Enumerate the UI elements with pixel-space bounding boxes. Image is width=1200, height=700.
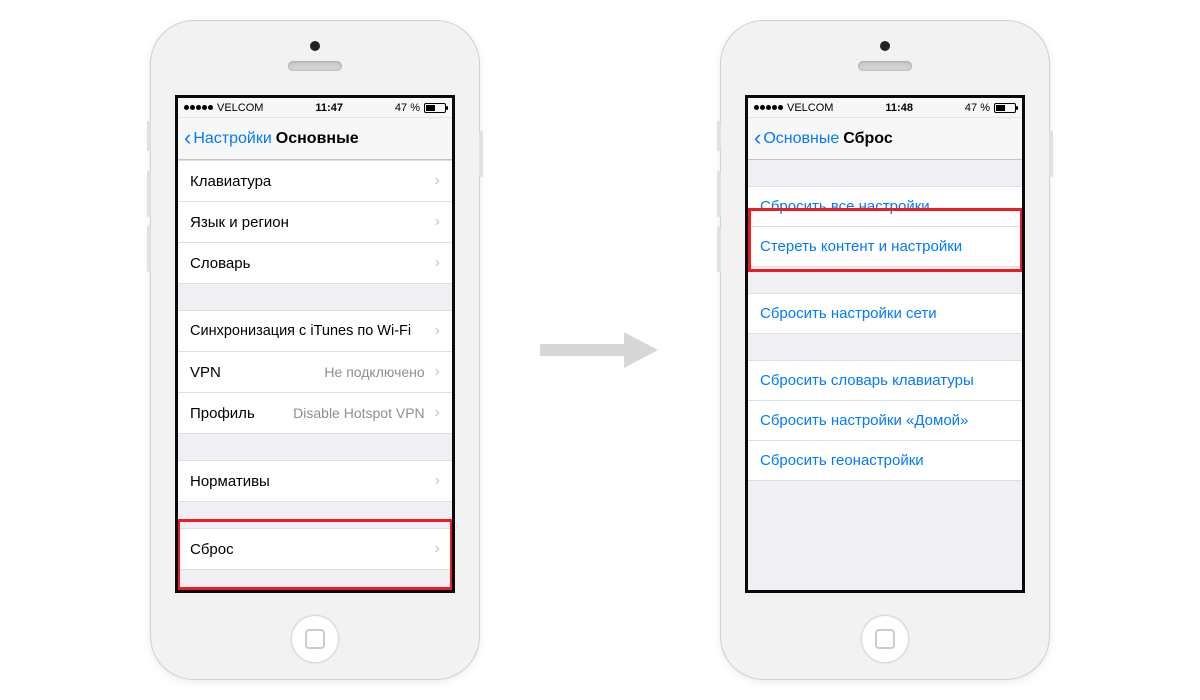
mute-switch	[717, 121, 721, 151]
row-reset-home-layout[interactable]: Сбросить настройки «Домой»	[748, 400, 1022, 440]
status-bar: VELCOM 11:48 47 %	[748, 98, 1022, 118]
row-keyboard[interactable]: Клавиатура ›	[178, 160, 452, 201]
chevron-right-icon: ›	[431, 254, 440, 272]
row-detail: Disable Hotspot VPN	[255, 405, 431, 421]
home-button[interactable]	[291, 615, 339, 663]
row-language-region[interactable]: Язык и регион ›	[178, 201, 452, 242]
power-button	[479, 131, 483, 177]
row-reset-all-settings[interactable]: Сбросить все настройки	[748, 186, 1022, 226]
page-title: Сброс	[843, 130, 892, 148]
row-erase-content-settings[interactable]: Стереть контент и настройки	[748, 226, 1022, 267]
row-label: Сбросить геонастройки	[760, 452, 924, 469]
settings-group: Синхронизация c iTunes по Wi-Fi › VPN Не…	[178, 310, 452, 434]
row-label: Язык и регион	[190, 214, 289, 231]
settings-group: Сбросить словарь клавиатуры Сбросить нас…	[748, 360, 1022, 481]
battery-percent: 47 %	[965, 102, 990, 114]
back-label: Основные	[763, 130, 839, 148]
home-button[interactable]	[861, 615, 909, 663]
row-regulatory[interactable]: Нормативы ›	[178, 460, 452, 502]
phone-frame-right: VELCOM 11:48 47 % ‹ Основные Сброс Сброс…	[720, 20, 1050, 680]
back-button[interactable]: ‹ Настройки	[184, 129, 272, 149]
volume-down	[147, 226, 151, 272]
row-label: Клавиатура	[190, 173, 271, 190]
signal-icon	[184, 105, 213, 110]
chevron-right-icon: ›	[431, 540, 440, 558]
row-label: VPN	[190, 364, 221, 381]
status-bar: VELCOM 11:47 47 %	[178, 98, 452, 118]
row-label: Сброс	[190, 541, 234, 558]
row-label: Сбросить настройки сети	[760, 305, 937, 322]
screen-left: VELCOM 11:47 47 % ‹ Настройки Основные К…	[175, 95, 455, 593]
volume-up	[717, 171, 721, 217]
battery-icon	[424, 103, 446, 113]
screen-right: VELCOM 11:48 47 % ‹ Основные Сброс Сброс…	[745, 95, 1025, 593]
chevron-right-icon: ›	[431, 363, 440, 381]
settings-group: Сбросить настройки сети	[748, 293, 1022, 334]
status-time: 11:48	[885, 102, 913, 114]
row-reset-location[interactable]: Сбросить геонастройки	[748, 440, 1022, 481]
volume-down	[717, 226, 721, 272]
row-label: Сбросить все настройки	[760, 198, 930, 215]
chevron-right-icon: ›	[431, 472, 440, 490]
row-profile[interactable]: Профиль Disable Hotspot VPN ›	[178, 392, 452, 434]
row-dictionary[interactable]: Словарь ›	[178, 242, 452, 284]
status-time: 11:47	[315, 102, 343, 114]
mute-switch	[147, 121, 151, 151]
row-reset[interactable]: Сброс ›	[178, 528, 452, 570]
volume-up	[147, 171, 151, 217]
speaker-grill	[858, 61, 912, 71]
settings-group: Нормативы ›	[178, 460, 452, 502]
chevron-left-icon: ‹	[184, 127, 191, 149]
row-reset-network[interactable]: Сбросить настройки сети	[748, 293, 1022, 334]
row-label: Стереть контент и настройки	[760, 238, 962, 255]
speaker-grill	[288, 61, 342, 71]
row-label: Сбросить настройки «Домой»	[760, 412, 968, 429]
chevron-right-icon: ›	[431, 322, 440, 340]
back-label: Настройки	[193, 130, 271, 148]
row-label: Сбросить словарь клавиатуры	[760, 372, 974, 389]
carrier-label: VELCOM	[217, 102, 263, 114]
arrow-icon	[540, 330, 660, 370]
row-itunes-wifi-sync[interactable]: Синхронизация c iTunes по Wi-Fi ›	[178, 310, 452, 351]
chevron-right-icon: ›	[431, 404, 440, 422]
power-button	[1049, 131, 1053, 177]
settings-group: Сброс ›	[178, 528, 452, 570]
row-label: Синхронизация c iTunes по Wi-Fi	[190, 323, 411, 339]
nav-bar: ‹ Основные Сброс	[748, 118, 1022, 160]
row-reset-keyboard-dict[interactable]: Сбросить словарь клавиатуры	[748, 360, 1022, 400]
row-label: Словарь	[190, 255, 250, 272]
row-label: Нормативы	[190, 473, 270, 490]
battery-percent: 47 %	[395, 102, 420, 114]
nav-bar: ‹ Настройки Основные	[178, 118, 452, 160]
chevron-right-icon: ›	[431, 172, 440, 190]
page-title: Основные	[276, 130, 359, 148]
row-label: Профиль	[190, 405, 255, 422]
row-detail: Не подключено	[221, 364, 431, 380]
settings-group: Сбросить все настройки Стереть контент и…	[748, 186, 1022, 267]
row-vpn[interactable]: VPN Не подключено ›	[178, 351, 452, 392]
chevron-left-icon: ‹	[754, 127, 761, 149]
back-button[interactable]: ‹ Основные	[754, 129, 839, 149]
settings-group: Клавиатура › Язык и регион › Словарь ›	[178, 160, 452, 284]
battery-icon	[994, 103, 1016, 113]
signal-icon	[754, 105, 783, 110]
phone-frame-left: VELCOM 11:47 47 % ‹ Настройки Основные К…	[150, 20, 480, 680]
carrier-label: VELCOM	[787, 102, 833, 114]
chevron-right-icon: ›	[431, 213, 440, 231]
